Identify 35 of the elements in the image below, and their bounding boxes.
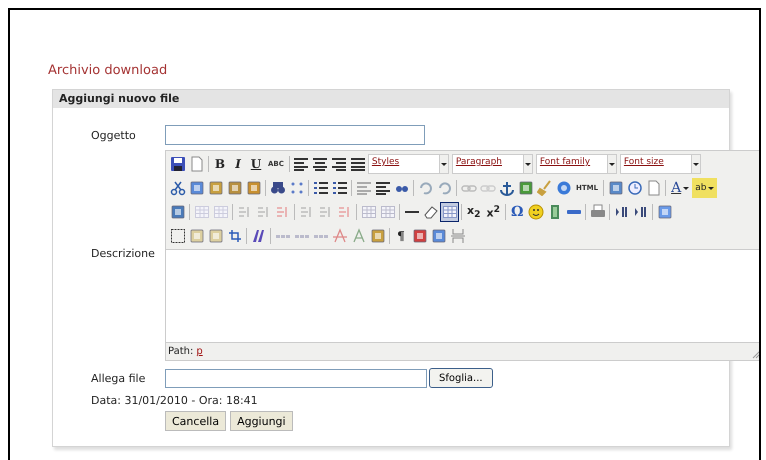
toolbar-dropdown[interactable]: Font size xyxy=(620,154,701,174)
field-label: Oggetto xyxy=(90,128,137,142)
save-icon[interactable] xyxy=(168,154,187,174)
page-title: Archivio download xyxy=(48,63,168,80)
layer-icon[interactable] xyxy=(168,226,187,246)
cancel-button[interactable]: Cancella xyxy=(165,411,226,431)
caret-icon xyxy=(522,155,532,173)
caret-icon xyxy=(438,155,448,173)
bold-button[interactable]: B xyxy=(211,154,229,174)
field-label: Descrizione xyxy=(90,247,156,260)
paragraph-button[interactable]: ¶ xyxy=(392,226,410,246)
symbol-button[interactable]: Ω xyxy=(508,202,526,222)
subject-field[interactable] xyxy=(165,125,425,145)
resize-grip-icon[interactable] xyxy=(752,349,759,359)
toolbar-dropdown[interactable]: Font family xyxy=(536,154,617,174)
italic-button[interactable]: I xyxy=(229,154,247,174)
path-label: Path: xyxy=(168,346,194,357)
caret-icon xyxy=(690,155,700,173)
smiley-icon[interactable] xyxy=(526,202,546,222)
font-color-button[interactable]: A xyxy=(668,178,692,198)
toolbar-dropdown[interactable]: Paragraph xyxy=(452,154,533,174)
browse-button[interactable]: Sfoglia... xyxy=(429,368,493,388)
path-link[interactable]: p xyxy=(196,346,203,357)
panel-header: Aggiungi nuovo file xyxy=(53,90,729,108)
underline-button[interactable]: U xyxy=(247,154,265,174)
highlight-button[interactable]: ab xyxy=(692,178,718,198)
file-field[interactable] xyxy=(165,368,427,388)
date-text: Data: 31/01/2010 - Ora: 18:41 xyxy=(91,394,259,407)
script-button[interactable]: x$^{2}$ xyxy=(483,202,503,222)
visual-aid-icon[interactable] xyxy=(440,202,459,222)
toolbar-dropdown[interactable]: Styles xyxy=(368,154,449,174)
add-button[interactable]: Aggiungi xyxy=(230,411,293,431)
field-label: Allega file xyxy=(90,372,146,384)
script-button[interactable]: x$_{2}$ xyxy=(464,202,484,222)
caret-icon xyxy=(606,155,616,173)
